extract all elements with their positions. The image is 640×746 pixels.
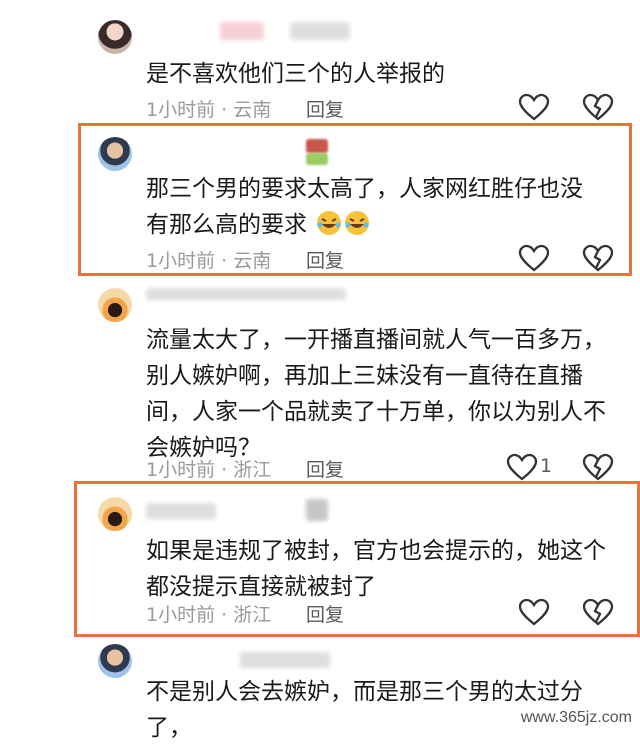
comment-3: 流量太大了，一开播直播间就人气一百多万，别人嫉妒啊，再加上三妹没有一直待在直播间… [0, 280, 640, 482]
blurred-username [306, 139, 328, 153]
comment-meta: 1小时前 · 浙江 [146, 604, 272, 626]
comment-text: 流量太大了，一开播直播间就人气一百多万，别人嫉妒啊，再加上三妹没有一直待在直播间… [146, 327, 606, 461]
like-count: 1 [540, 455, 553, 477]
comment-text-line-2-text: 有那么高的要求 [146, 212, 307, 238]
comment-meta: 1小时前 · 浙江 [146, 459, 272, 481]
blurred-username [306, 499, 328, 521]
broken-heart-icon[interactable] [582, 244, 614, 272]
comment-1: 是不喜欢他们三个的人举报的 1小时前 · 云南 回复 [0, 0, 640, 125]
heart-outline-icon[interactable] [506, 453, 538, 481]
comment-text: 是不喜欢他们三个的人举报的 [146, 61, 445, 87]
comment-text-line-2: 有那么高的要求 [146, 207, 616, 243]
reply-button[interactable]: 回复 [306, 95, 344, 122]
rofl-emoji-icon [317, 211, 342, 235]
blurred-username [290, 22, 350, 40]
comment-4: 如果是违规了被封，官方也会提示的，她这个都没提示直接就被封了 1小时前 · 浙江… [0, 485, 640, 635]
avatar[interactable] [98, 497, 132, 531]
rofl-emoji-icon [345, 211, 370, 235]
avatar[interactable] [98, 288, 132, 322]
heart-outline-icon[interactable] [518, 598, 550, 626]
avatar[interactable] [98, 644, 132, 678]
heart-outline-icon[interactable] [518, 93, 550, 121]
comment-text: 如果是违规了被封，官方也会提示的，她这个都没提示直接就被封了 [146, 538, 606, 600]
blurred-username [306, 153, 328, 165]
comment-2: 那三个男的要求太高了，人家网红胜仔也没 有那么高的要求 1小时前 · 云南 回复 [0, 125, 640, 280]
broken-heart-icon[interactable] [582, 598, 614, 626]
blurred-username [146, 503, 216, 519]
comment-meta: 1小时前 · 云南 [146, 99, 272, 121]
comment-meta: 1小时前 · 云南 [146, 250, 272, 272]
watermark: www.365jz.com [520, 709, 632, 726]
comment-text-line-1: 那三个男的要求太高了，人家网红胜仔也没 [146, 176, 583, 202]
blurred-username [240, 652, 330, 668]
reply-button[interactable]: 回复 [306, 246, 344, 273]
avatar[interactable] [98, 137, 132, 171]
reply-button[interactable]: 回复 [306, 455, 344, 482]
blurred-username [146, 288, 346, 300]
reply-button[interactable]: 回复 [306, 600, 344, 627]
broken-heart-icon[interactable] [582, 453, 614, 481]
broken-heart-icon[interactable] [582, 93, 614, 121]
blurred-username [220, 22, 264, 40]
avatar[interactable] [98, 20, 132, 54]
heart-outline-icon[interactable] [518, 244, 550, 272]
